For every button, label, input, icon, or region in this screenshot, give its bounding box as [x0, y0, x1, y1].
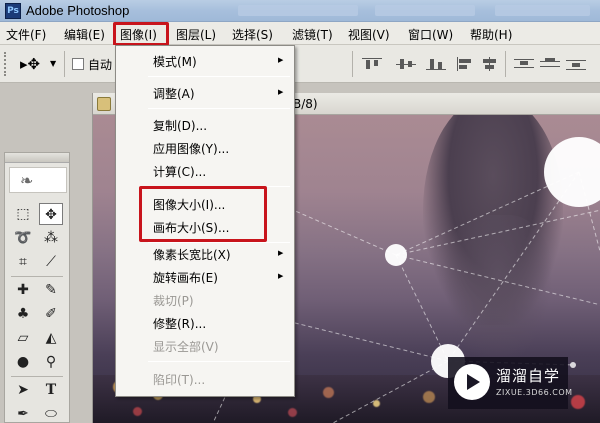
menu-layer[interactable]: 图层(L) — [176, 26, 216, 43]
separator — [505, 51, 506, 77]
marquee-tool-icon[interactable]: ⬚ — [11, 203, 35, 225]
dodge-tool-icon[interactable]: ⚲ — [39, 351, 63, 373]
document-title: B/8) — [293, 97, 318, 111]
menu-bar: 文件(F) 编辑(E) 图像(I) 图层(L) 选择(S) 滤镜(T) 视图(V… — [0, 22, 600, 45]
move-tool-icon[interactable]: ▸✥ — [20, 55, 40, 73]
highlight-box-size-items — [139, 186, 267, 242]
auto-select-checkbox[interactable] — [72, 58, 84, 70]
toolbox-header[interactable] — [5, 153, 69, 163]
paint-bucket-tool-icon[interactable]: ◭ — [39, 327, 63, 349]
menu-separator — [148, 361, 290, 362]
pen-tool-icon[interactable]: ✒ — [11, 403, 35, 423]
clone-stamp-tool-icon[interactable]: ♣ — [11, 303, 35, 325]
menu-item-apply-image[interactable]: 应用图像(Y)... — [153, 140, 229, 157]
separator — [11, 376, 63, 377]
toolbox-panel: ❧ ⬚ ✥ ➰ ⁂ ⌗ ⟋ ✚ ✎ ♣ ✐ ▱ ◭ ● ⚲ ➤ T ✒ ⬭ — [4, 152, 70, 423]
menu-item-reveal-all: 显示全部(V) — [153, 340, 219, 354]
submenu-arrow-icon: ▶ — [278, 272, 284, 280]
title-blur — [238, 5, 358, 16]
submenu-arrow-icon: ▶ — [278, 249, 284, 257]
play-logo-icon — [454, 364, 490, 400]
history-brush-tool-icon[interactable]: ✐ — [39, 303, 63, 325]
options-bar: ▸✥ ▼ 自动 — [0, 45, 600, 83]
menu-separator — [148, 242, 290, 243]
menu-item-adjustments[interactable]: 调整(A) — [153, 85, 195, 102]
menu-item-rotate-canvas[interactable]: 旋转画布(E) — [153, 269, 218, 286]
menu-item-mode[interactable]: 模式(M) — [153, 53, 197, 70]
crop-tool-icon[interactable]: ⌗ — [11, 251, 35, 273]
separator — [64, 51, 65, 77]
align-vcenter-icon[interactable] — [396, 57, 416, 71]
auto-select-label: 自动 — [88, 58, 113, 72]
document-icon — [97, 97, 111, 111]
watermark: 溜溜自学 ZIXUE.3D66.COM — [448, 357, 572, 409]
align-hcenter-icon[interactable] — [480, 57, 500, 71]
title-blur — [495, 5, 590, 16]
highlight-box-image-menu — [113, 22, 169, 46]
healing-brush-tool-icon[interactable]: ✚ — [11, 279, 35, 301]
menu-view[interactable]: 视图(V) — [348, 26, 390, 43]
align-left-icon[interactable] — [455, 57, 475, 71]
blur-tool-icon[interactable]: ● — [11, 351, 35, 373]
align-bottom-icon[interactable] — [426, 57, 446, 71]
menu-item-calculations[interactable]: 计算(C)... — [153, 163, 206, 180]
submenu-arrow-icon: ▶ — [278, 88, 284, 96]
menu-separator — [148, 76, 290, 77]
menu-item-trim[interactable]: 修整(R)... — [153, 315, 206, 332]
network-node — [570, 362, 576, 368]
menu-help[interactable]: 帮助(H) — [470, 26, 512, 43]
separator — [11, 276, 63, 277]
watermark-name: 溜溜自学 — [496, 367, 561, 385]
menu-file[interactable]: 文件(F) — [6, 26, 46, 43]
adobe-feather-logo[interactable]: ❧ — [9, 167, 67, 193]
menu-select[interactable]: 选择(S) — [232, 26, 273, 43]
brush-tool-icon[interactable]: ✎ — [39, 279, 63, 301]
menu-item-duplicate[interactable]: 复制(D)... — [153, 117, 207, 134]
menu-item-crop: 裁切(P) — [153, 294, 194, 308]
toolbar-grip[interactable] — [4, 52, 9, 76]
menu-separator — [148, 108, 290, 109]
menu-filter[interactable]: 滤镜(T) — [292, 26, 333, 43]
photoshop-icon: Ps — [5, 3, 21, 19]
title-blur — [375, 5, 475, 16]
path-selection-tool-icon[interactable]: ➤ — [11, 379, 35, 401]
network-node — [544, 137, 600, 207]
ellipse-tool-icon[interactable]: ⬭ — [39, 403, 63, 423]
menu-item-trap: 陷印(T)... — [153, 373, 206, 387]
distribute-bottom-icon[interactable] — [566, 57, 586, 71]
type-tool-icon[interactable]: T — [39, 379, 63, 401]
move-tool-icon[interactable]: ✥ — [39, 203, 63, 225]
slice-tool-icon[interactable]: ⟋ — [39, 251, 63, 273]
magic-wand-tool-icon[interactable]: ⁂ — [39, 227, 63, 249]
align-top-icon[interactable] — [362, 57, 382, 71]
submenu-arrow-icon: ▶ — [278, 56, 284, 64]
chevron-down-icon[interactable]: ▼ — [50, 59, 56, 68]
menu-window[interactable]: 窗口(W) — [408, 26, 453, 43]
window-title-bar: Ps Adobe Photoshop — [0, 0, 600, 22]
eraser-tool-icon[interactable]: ▱ — [11, 327, 35, 349]
watermark-url: ZIXUE.3D66.COM — [496, 388, 573, 397]
menu-item-pixel-aspect-ratio[interactable]: 像素长宽比(X) — [153, 246, 231, 263]
network-node — [385, 244, 407, 266]
lasso-tool-icon[interactable]: ➰ — [11, 227, 35, 249]
separator — [352, 51, 353, 77]
menu-edit[interactable]: 编辑(E) — [64, 26, 105, 43]
distribute-vcenter-icon[interactable] — [540, 57, 560, 71]
window-title: Adobe Photoshop — [26, 3, 130, 18]
distribute-top-icon[interactable] — [514, 57, 534, 71]
